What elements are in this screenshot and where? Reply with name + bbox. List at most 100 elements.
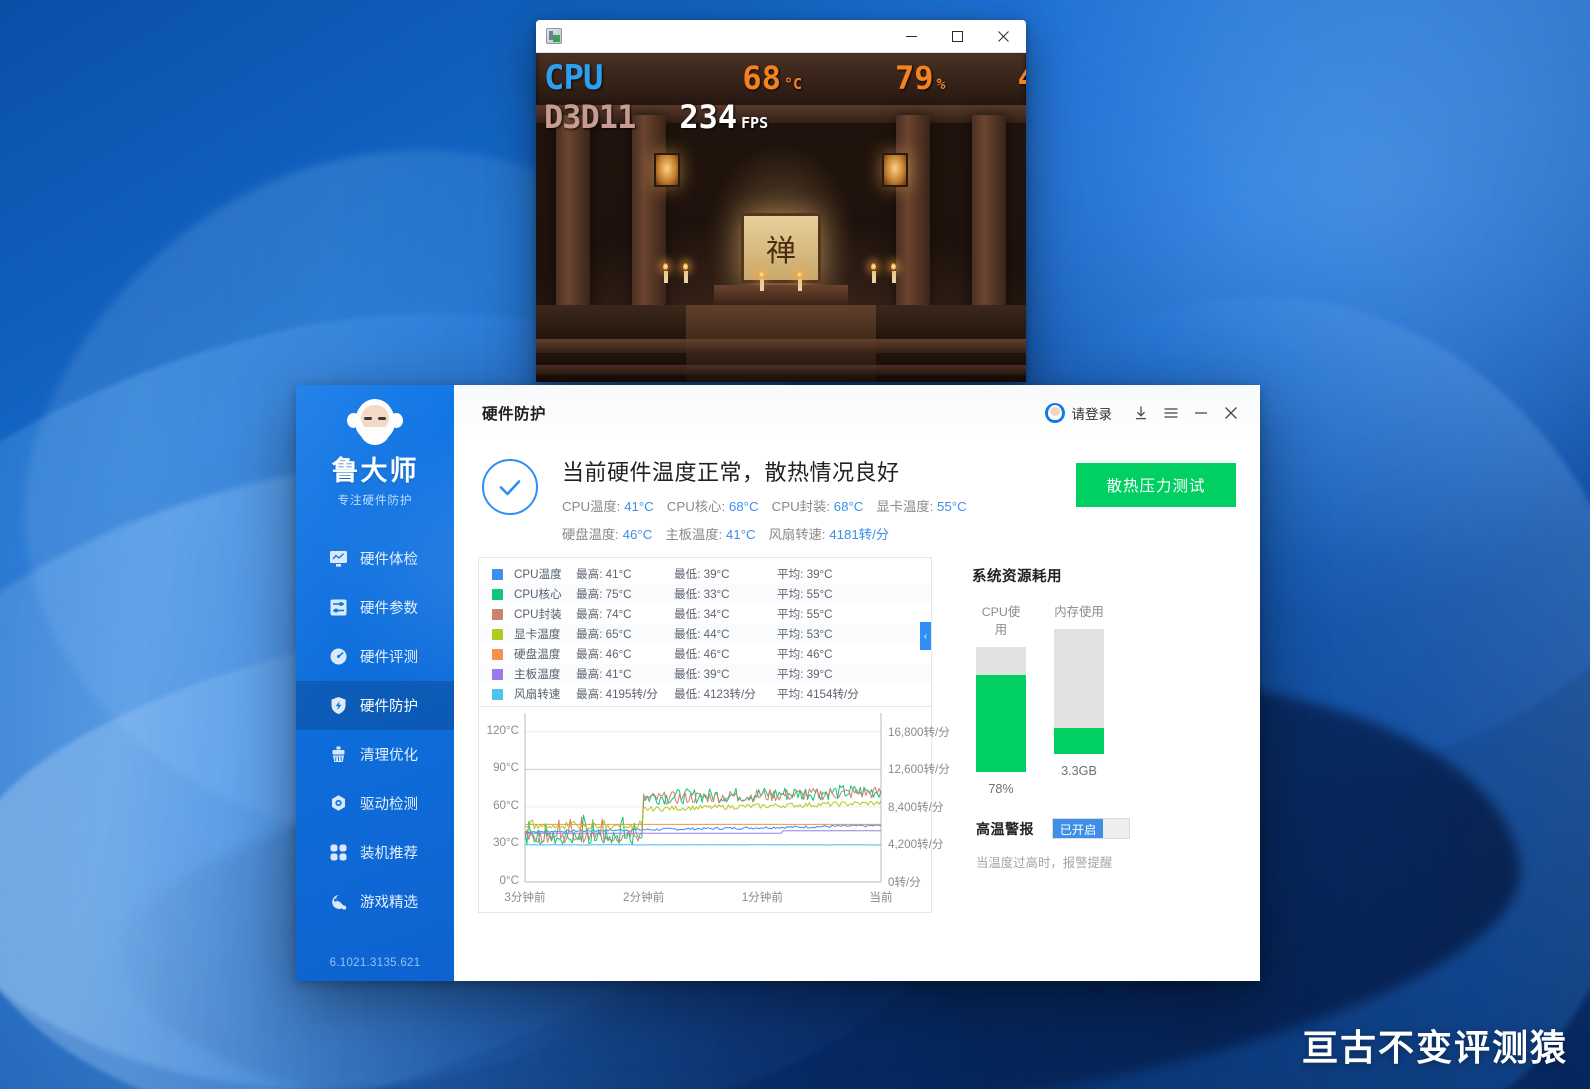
legend-series-name: CPU封装 — [514, 608, 562, 621]
resource-panel-title: 系统资源耗用 — [972, 569, 1062, 585]
scene-flame-6 — [891, 263, 896, 270]
metric-value: 68°C — [728, 499, 759, 514]
sidebar-item-label: 硬件防护 — [360, 699, 418, 715]
sliders-icon — [328, 597, 349, 618]
metric-label: 显卡温度: — [876, 499, 934, 514]
game-render-canvas: 禅 CPU 68 °C 79 % 4 D3D11 — [536, 53, 1026, 382]
stress-test-button[interactable]: 散热压力测试 — [1076, 463, 1236, 507]
cpu-usage-fill — [976, 674, 1026, 772]
metric-label: CPU温度: — [562, 499, 621, 514]
legend-avg: 平均: 55°C — [777, 588, 833, 601]
sidebar-item-build-recommend[interactable]: 装机推荐 — [296, 828, 454, 877]
hamburger-menu-icon[interactable] — [1156, 398, 1186, 428]
legend-row: 风扇转速 最高: 4195转/分 最低: 4123转/分 平均: 4154转/分 — [479, 684, 931, 704]
login-link[interactable]: 请登录 — [1072, 403, 1113, 423]
legend-max: 最高: 74°C — [576, 608, 632, 621]
memory-usage-fill — [1054, 727, 1104, 754]
maximize-button[interactable] — [934, 20, 980, 53]
app-icon — [546, 28, 562, 44]
osd-api-label: D3D11 — [544, 98, 636, 136]
sidebar-item-clean-optimize[interactable]: 清理优化 — [296, 730, 454, 779]
sidebar-item-game-picks[interactable]: 游戏精选 — [296, 877, 454, 926]
close-button[interactable] — [980, 20, 1026, 53]
scene-scroll-banner: 禅 — [741, 213, 821, 283]
scene-floor — [536, 305, 1026, 382]
sidebar-item-hardware-params[interactable]: 硬件参数 — [296, 583, 454, 632]
resource-bars: CPU使用 78% 内存使用 3.3GB — [972, 602, 1236, 796]
legend-min: 最低: 39°C — [674, 568, 730, 581]
cpu-usage-value: 78% — [988, 782, 1014, 796]
osd-cpu-temp-value: 68 — [742, 59, 781, 97]
legend-min: 最低: 46°C — [674, 648, 730, 661]
chevron-left-icon[interactable]: ‹ — [920, 622, 931, 650]
lower-section: CPU温度 最高: 41°C 最低: 39°C 平均: 39°C CPU核心 最高: 75… — [478, 557, 1236, 913]
scene-rail-front — [536, 339, 1026, 353]
legend-row: CPU核心 最高: 75°C 最低: 33°C 平均: 55°C — [479, 584, 931, 604]
sidebar-item-label: 驱动检测 — [360, 797, 418, 813]
osd-row-fps: D3D11 234 FPS — [544, 101, 1026, 137]
sidebar: 鲁大师 专注硬件防护 硬件体检 硬件参数 硬件评测 硬件防护 清理优化 驱动检测… — [296, 385, 454, 981]
metrics-line-1: CPU温度: 41°C CPU核心: 68°C CPU封装: 68°C 显卡温度: 5… — [562, 496, 1076, 515]
legend-row: 主板温度 最高: 41°C 最低: 39°C 平均: 39°C — [479, 664, 931, 684]
alarm-row: 高温警报 已开启 — [972, 818, 1236, 839]
benchmark-window[interactable]: 禅 CPU 68 °C 79 % 4 D3D11 — [536, 20, 1026, 382]
check-circle-icon — [482, 459, 538, 515]
memory-usage-value: 3.3GB — [1061, 764, 1097, 778]
sidebar-nav: 硬件体检 硬件参数 硬件评测 硬件防护 清理优化 驱动检测 装机推荐 游戏精选 — [296, 534, 454, 926]
ludashi-window[interactable]: 鲁大师 专注硬件防护 硬件体检 硬件参数 硬件评测 硬件防护 清理优化 驱动检测… — [296, 385, 1260, 981]
scene-flame-1 — [663, 263, 668, 270]
x-axis-tick: 3分钟前 — [504, 891, 546, 904]
topbar: 硬件防护 请登录 — [454, 385, 1260, 441]
x-axis-tick: 当前 — [869, 891, 893, 904]
x-axis-tick: 2分钟前 — [623, 891, 665, 904]
y-axis-right-tick: 8,400转/分 — [888, 800, 944, 814]
watermark: 亘古不变评测猿 — [1301, 1027, 1568, 1068]
status-headline: 当前硬件温度正常，散热情况良好 — [562, 460, 900, 485]
memory-usage-bar: 内存使用 3.3GB — [1054, 602, 1104, 796]
benchmark-titlebar[interactable] — [536, 20, 1026, 53]
sidebar-item-label: 清理优化 — [360, 748, 418, 764]
legend-max: 最高: 41°C — [576, 568, 632, 581]
close-icon[interactable] — [1216, 398, 1246, 428]
cpu-usage-label: CPU使用 — [981, 605, 1021, 637]
legend-min: 最低: 4123转/分 — [674, 688, 756, 701]
y-axis-right-tick: 4,200转/分 — [888, 838, 944, 852]
legend-row: 显卡温度 最高: 65°C 最低: 44°C 平均: 53°C — [479, 624, 931, 644]
sidebar-item-driver-detect[interactable]: 驱动检测 — [296, 779, 454, 828]
sidebar-item-label: 装机推荐 — [360, 846, 418, 862]
sidebar-item-hardware-protection[interactable]: 硬件防护 — [296, 681, 454, 730]
legend-avg: 平均: 39°C — [777, 568, 833, 581]
legend-series-name: CPU核心 — [514, 588, 562, 601]
download-icon[interactable] — [1126, 398, 1156, 428]
legend-row: CPU温度 最高: 41°C 最低: 39°C 平均: 39°C — [479, 564, 931, 584]
alarm-label: 高温警报 — [976, 820, 1034, 837]
metric-label: 风扇转速: — [768, 527, 826, 542]
legend-color-swatch — [492, 668, 503, 680]
sidebar-item-hardware-health[interactable]: 硬件体检 — [296, 534, 454, 583]
legend-row: CPU封装 最高: 74°C 最低: 34°C 平均: 55°C — [479, 604, 931, 624]
scene-candle-5 — [872, 271, 876, 283]
sidebar-item-label: 硬件体检 — [360, 552, 418, 568]
chart-svg — [524, 713, 882, 883]
brand-slogan: 专注硬件防护 — [337, 495, 413, 507]
minimize-button[interactable] — [888, 20, 934, 53]
gamepad-icon — [328, 891, 349, 912]
scene-flame-2 — [683, 263, 688, 270]
sidebar-item-hardware-benchmark[interactable]: 硬件评测 — [296, 632, 454, 681]
legend-color-swatch — [492, 688, 503, 700]
broom-icon — [328, 744, 349, 765]
cpu-usage-track — [976, 647, 1026, 772]
chart-plot-area: 0°C 30°C 60°C 90°C 120°C 0转/分 4,200转/分 8,400转/分… — [479, 707, 950, 912]
avatar[interactable] — [1044, 403, 1065, 423]
scene-candle-1 — [664, 271, 668, 283]
scene-pillar-left — [632, 115, 666, 315]
legend-min: 最低: 44°C — [674, 628, 730, 641]
scene-candle-3 — [760, 279, 764, 291]
legend-avg: 平均: 46°C — [777, 648, 833, 661]
alarm-toggle[interactable]: 已开启 — [1052, 818, 1130, 839]
memory-usage-track — [1054, 629, 1104, 754]
minimize-icon[interactable] — [1186, 398, 1216, 428]
legend-avg: 平均: 39°C — [777, 668, 833, 681]
scene-rail-front-2 — [536, 365, 1026, 375]
window-controls — [888, 20, 1026, 53]
